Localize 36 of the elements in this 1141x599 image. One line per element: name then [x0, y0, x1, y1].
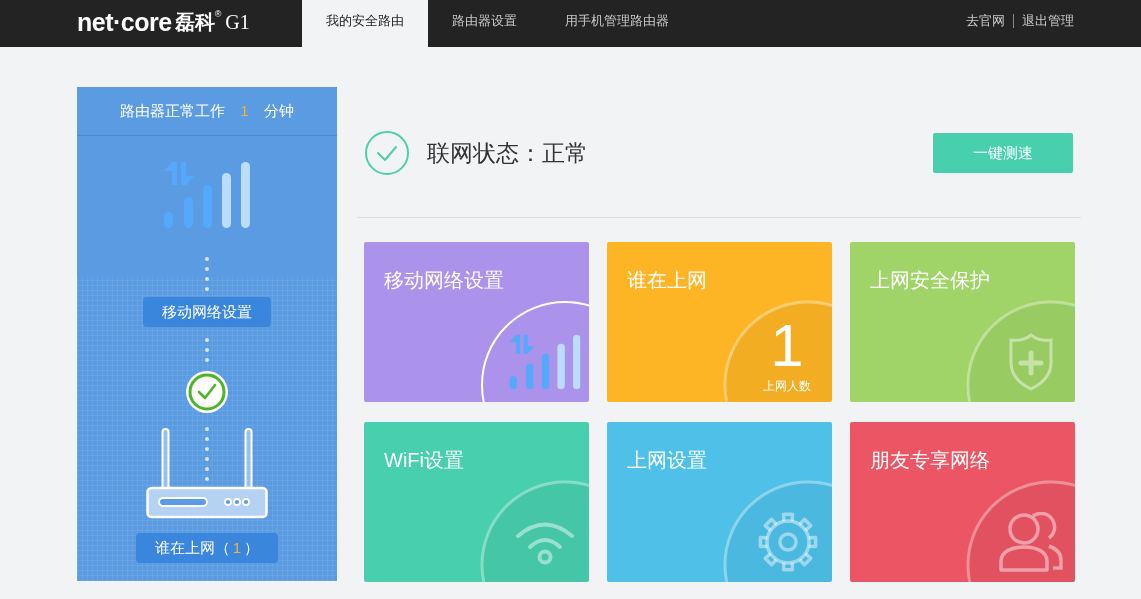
dotted-line	[205, 338, 209, 362]
signal-icon	[164, 162, 250, 228]
tile-title: 谁在上网	[627, 268, 707, 292]
feature-tile[interactable]: 上网设置	[607, 422, 832, 582]
tile-title: 上网设置	[627, 448, 707, 472]
header-link[interactable]: 去官网	[966, 12, 1005, 30]
mobile-network-button[interactable]: 移动网络设置	[143, 297, 271, 327]
speed-test-button[interactable]: 一键测速	[933, 133, 1073, 173]
nav-tab[interactable]: 我的安全路由	[301, 0, 428, 47]
count-label: 上网人数	[763, 378, 811, 395]
nav-tab[interactable]: 用手机管理路由器	[540, 0, 693, 47]
tile-title: WiFi设置	[384, 448, 464, 472]
nav-tab[interactable]: 路由器设置	[427, 0, 541, 47]
connection-status: 联网状态：正常	[427, 138, 588, 168]
user-count: 1	[770, 318, 804, 374]
online-users-button[interactable]: 谁在上网（ 1 ）	[135, 533, 279, 563]
tile-title: 移动网络设置	[384, 268, 504, 292]
dotted-line	[205, 257, 209, 291]
brand-logo: net·core磊科® G1	[77, 6, 250, 38]
users-icon	[999, 512, 1063, 572]
header-link[interactable]: 退出管理	[1022, 12, 1074, 30]
feature-tile[interactable]: 移动网络设置	[364, 242, 589, 402]
router-icon	[146, 427, 268, 519]
wifi-icon	[515, 519, 575, 565]
uptime-text: 路由器正常工作 1 分钟	[120, 101, 294, 121]
feature-tile[interactable]: 谁在上网 1 上网人数	[607, 242, 832, 402]
check-circle-icon	[365, 131, 409, 175]
feature-tile[interactable]: 朋友专享网络	[850, 422, 1075, 582]
signal-icon	[509, 334, 581, 390]
tile-title: 朋友专享网络	[870, 448, 990, 472]
gear-icon	[758, 512, 818, 572]
check-icon	[186, 371, 228, 413]
dotted-line	[205, 427, 209, 481]
tile-title: 上网安全保护	[870, 268, 990, 292]
shield-plus-icon	[1009, 333, 1053, 391]
feature-tile[interactable]: WiFi设置	[364, 422, 589, 582]
